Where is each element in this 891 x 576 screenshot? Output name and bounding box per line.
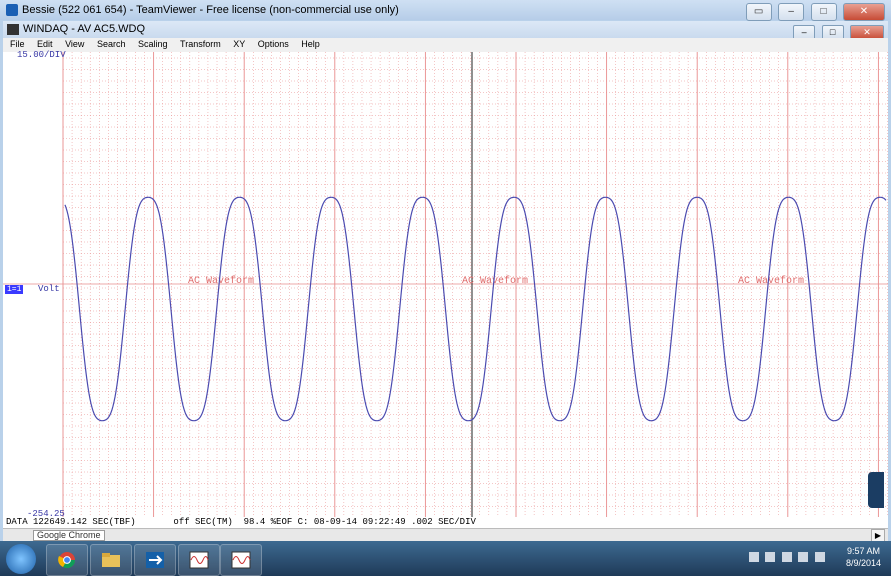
tooltip: Google Chrome (33, 530, 105, 541)
channel-indicator[interactable]: 1=1 (5, 285, 24, 294)
clock-time: 9:57 AM (846, 546, 880, 556)
annotation-label: AC Waveform (462, 275, 528, 287)
menu-scaling[interactable]: Scaling (138, 39, 168, 49)
taskbar-windaq-1[interactable] (178, 544, 220, 576)
minimize-button[interactable]: – (778, 3, 805, 21)
tray-icon-3[interactable] (781, 551, 792, 562)
tray-icon-2[interactable] (765, 551, 776, 562)
windaq-title: WINDAQ - AV AC5.WDQ (23, 23, 146, 35)
windows-taskbar: 9:57 AM 8/9/2014 (0, 541, 891, 576)
windaq-taskbar-icon-2 (231, 551, 251, 569)
teamviewer-window-controls: ▭ – □ ✕ (744, 1, 885, 21)
waveform-canvas: AC Waveform AC Waveform AC Waveform (3, 52, 888, 517)
teamviewer-taskbar-icon (146, 552, 164, 568)
taskbar-chrome[interactable] (46, 544, 88, 576)
taskbar-teamviewer[interactable] (134, 544, 176, 576)
teamviewer-title: Bessie (522 061 654) - TeamViewer - Free… (22, 4, 399, 16)
tray-icon-1[interactable] (748, 551, 759, 562)
windaq-titlebar: WINDAQ - AV AC5.WDQ – □ ✕ (3, 21, 888, 40)
taskbar-file-explorer[interactable] (90, 544, 132, 576)
menu-transform[interactable]: Transform (180, 39, 221, 49)
clock-date: 8/9/2014 (845, 558, 881, 568)
menu-search[interactable]: Search (97, 39, 126, 49)
waveform-plot[interactable]: AC Waveform AC Waveform AC Waveform 15.00/… (3, 50, 888, 519)
maximize-button[interactable]: □ (810, 3, 837, 21)
status-line: DATA 122649.142 SEC(TBF) off SEC(TM) 98.… (3, 517, 888, 528)
system-tray-icons[interactable] (748, 551, 829, 562)
taskbar-clock[interactable]: 9:57 AM 8/9/2014 (846, 545, 881, 569)
menu-view[interactable]: View (65, 39, 84, 49)
menu-options[interactable]: Options (258, 39, 289, 49)
menu-edit[interactable]: Edit (37, 39, 53, 49)
windaq-app-icon (7, 24, 19, 35)
tray-icon-4[interactable] (798, 551, 809, 562)
horizontal-scrollbar[interactable]: Google Chrome ▶ (3, 528, 888, 542)
waveform-trace (64, 196, 887, 422)
teamviewer-side-panel-handle[interactable] (868, 472, 884, 508)
windaq-taskbar-icon (189, 551, 209, 569)
tray-icon-5[interactable] (815, 551, 825, 562)
teamviewer-titlebar: Bessie (522 061 654) - TeamViewer - Free… (0, 0, 891, 21)
restore-icon[interactable]: ▭ (745, 3, 772, 21)
menu-help[interactable]: Help (301, 39, 320, 49)
teamviewer-icon (6, 4, 18, 16)
taskbar-windaq-2[interactable] (220, 544, 262, 576)
annotation-label: AC Waveform (188, 275, 254, 287)
annotation-label: AC Waveform (738, 275, 804, 287)
windows-start-button[interactable] (6, 544, 36, 574)
menu-xy[interactable]: XY (233, 39, 245, 49)
close-button[interactable]: ✕ (843, 3, 885, 21)
folder-icon (102, 553, 120, 567)
chrome-icon (58, 552, 76, 569)
scale-top-label: 15.00/DIV (17, 50, 66, 60)
unit-label: Volt (38, 284, 60, 294)
menu-bar: File Edit View Search Scaling Transform … (3, 38, 888, 52)
menu-file[interactable]: File (10, 39, 25, 49)
